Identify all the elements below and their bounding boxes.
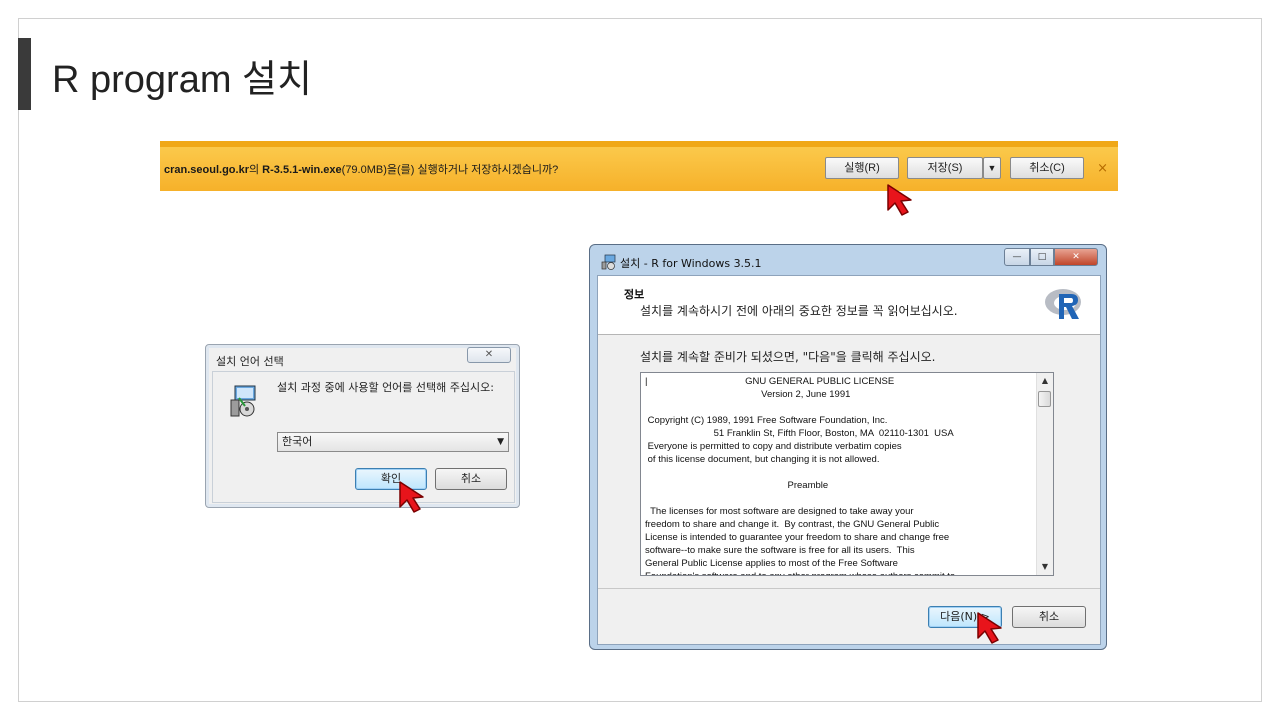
installer-icon xyxy=(230,385,256,417)
mouse-pointer-icon xyxy=(399,481,424,513)
ready-instruction: 설치를 계속할 준비가 되셨으면, "다음"을 클릭해 주십시오. xyxy=(640,350,936,364)
setup-header: 정보 설치를 계속하시기 전에 아래의 중요한 정보를 꼭 읽어보십시오. xyxy=(598,276,1100,335)
cancel-button[interactable]: 취소 xyxy=(1012,606,1086,628)
mouse-pointer-icon xyxy=(977,612,1002,644)
title-accent-bar xyxy=(18,38,31,110)
license-textbox[interactable]: | GNU GENERAL PUBLIC LICENSE Version 2, … xyxy=(640,372,1054,576)
mouse-pointer-icon xyxy=(887,184,912,216)
r-logo-icon xyxy=(1045,289,1081,319)
slide-title: R program 설치 xyxy=(52,59,312,101)
setup-body: 정보 설치를 계속하시기 전에 아래의 중요한 정보를 꼭 읽어보십시오. 설치… xyxy=(597,275,1101,645)
download-message: cran.seoul.go.kr의 R-3.5.1-win.exe(79.0MB… xyxy=(164,164,559,176)
close-button[interactable]: ✕ xyxy=(1054,248,1098,266)
scroll-down-icon[interactable]: ▼ xyxy=(1037,559,1053,575)
scroll-thumb[interactable] xyxy=(1038,391,1051,407)
dialog-body: 설치 과정 중에 사용할 언어를 선택해 주십시오: 한국어 ▼ 확인 취소 xyxy=(212,371,515,503)
setup-window: 설치 - R for Windows 3.5.1 — □ ✕ 정보 설치를 계속… xyxy=(589,244,1107,650)
maximize-button[interactable]: □ xyxy=(1030,248,1054,266)
download-site: cran.seoul.go.kr xyxy=(164,164,249,176)
download-prompt: (79.0MB)을(를) 실행하거나 저장하시겠습니까? xyxy=(341,164,559,176)
scroll-up-icon[interactable]: ▲ xyxy=(1037,373,1053,389)
minimize-button[interactable]: — xyxy=(1004,248,1030,266)
language-select-dialog: 설치 언어 선택 ✕ 설치 과정 중에 사용할 언어를 선택해 주십시오: 한국… xyxy=(205,344,520,508)
save-dropdown-button[interactable]: ▼ xyxy=(983,157,1001,179)
close-icon[interactable]: × xyxy=(1097,161,1108,176)
chevron-down-icon: ▼ xyxy=(497,437,504,447)
footer-divider xyxy=(598,588,1100,589)
window-caption-buttons: — □ ✕ xyxy=(1004,248,1098,266)
close-button[interactable]: ✕ xyxy=(467,347,511,363)
dialog-message: 설치 과정 중에 사용할 언어를 선택해 주십시오: xyxy=(277,381,494,394)
window-title: 설치 - R for Windows 3.5.1 xyxy=(620,257,762,270)
cancel-download-button[interactable]: 취소(C) xyxy=(1010,157,1084,179)
dialog-title: 설치 언어 선택 xyxy=(216,355,284,368)
header-subtitle: 설치를 계속하시기 전에 아래의 중요한 정보를 꼭 읽어보십시오. xyxy=(640,304,958,318)
cancel-button[interactable]: 취소 xyxy=(435,468,507,490)
header-title: 정보 xyxy=(624,288,645,301)
selected-language: 한국어 xyxy=(282,435,313,448)
setup-app-icon xyxy=(601,254,616,270)
download-filename: R-3.5.1-win.exe xyxy=(262,164,342,176)
license-scrollbar[interactable]: ▲ ▼ xyxy=(1036,373,1053,575)
download-notification-bar: cran.seoul.go.kr의 R-3.5.1-win.exe(79.0MB… xyxy=(160,141,1118,191)
license-text: | GNU GENERAL PUBLIC LICENSE Version 2, … xyxy=(645,376,955,575)
run-button[interactable]: 실행(R) xyxy=(825,157,899,179)
save-button[interactable]: 저장(S) xyxy=(907,157,983,179)
language-dropdown[interactable]: 한국어 ▼ xyxy=(277,432,509,452)
